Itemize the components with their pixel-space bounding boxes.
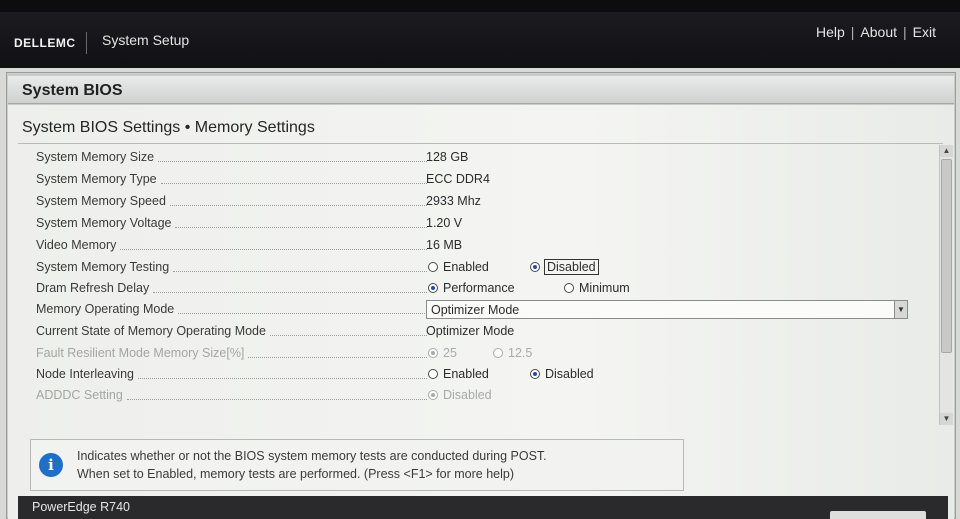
settings-panel: System BIOS Settings • Memory Settings S… xyxy=(8,105,954,519)
setting-video-memory: Video Memory 16 MB xyxy=(8,235,938,256)
help-box: i Indicates whether or not the BIOS syst… xyxy=(30,439,684,491)
settings-list: System Memory Size 128 GB System Memory … xyxy=(8,147,938,431)
breadcrumb-divider xyxy=(18,143,943,144)
setting-value: Optimizer Mode xyxy=(426,324,515,338)
setting-system-memory-type: System Memory Type ECC DDR4 xyxy=(8,169,938,190)
setting-label: Current State of Memory Operating Mode xyxy=(36,324,431,338)
radio-fault-resilient-25: 25 xyxy=(428,346,457,360)
top-links: Help | About | Exit xyxy=(816,24,936,40)
page-title: System BIOS xyxy=(22,82,123,99)
setting-value: 2933 Mhz xyxy=(426,194,481,208)
app-title: System Setup xyxy=(102,32,190,48)
radio-dot xyxy=(564,283,574,293)
setting-label: System Memory Type xyxy=(36,172,431,186)
setting-node-interleaving: Node Interleaving Enabled Disabled xyxy=(8,364,938,385)
radio-node-interleaving-enabled[interactable]: Enabled xyxy=(428,367,489,381)
setting-system-memory-size: System Memory Size 128 GB xyxy=(8,147,938,168)
radio-adddc-disabled: Disabled xyxy=(428,388,492,402)
dell-emc-logo: DELLEMC xyxy=(14,36,76,50)
scroll-up-icon[interactable]: ▲ xyxy=(940,145,953,157)
chevron-down-icon[interactable]: ▼ xyxy=(894,301,907,318)
setting-dram-refresh-delay: Dram Refresh Delay Performance Minimum xyxy=(8,278,938,299)
radio-node-interleaving-disabled[interactable]: Disabled xyxy=(530,367,594,381)
setting-fault-resilient-mode: Fault Resilient Mode Memory Size[%] 25 1… xyxy=(8,343,938,364)
help-link[interactable]: Help xyxy=(816,24,845,40)
radio-dot xyxy=(428,262,438,272)
dropdown-value: Optimizer Mode xyxy=(431,303,520,317)
setting-current-memory-mode: Current State of Memory Operating Mode O… xyxy=(8,321,938,342)
radio-memory-testing-enabled[interactable]: Enabled xyxy=(428,260,489,274)
help-text-line-1: Indicates whether or not the BIOS system… xyxy=(77,449,547,463)
setting-system-memory-voltage: System Memory Voltage 1.20 V xyxy=(8,213,938,234)
radio-dot xyxy=(530,262,540,272)
setting-memory-operating-mode: Memory Operating Mode Optimizer Mode ▼ xyxy=(8,299,938,320)
radio-dot xyxy=(428,348,438,358)
top-bar: DELLEMC System Setup Help | About | Exit xyxy=(0,12,960,68)
about-link[interactable]: About xyxy=(860,24,897,40)
radio-dot xyxy=(493,348,503,358)
setting-label: Fault Resilient Mode Memory Size[%] xyxy=(36,346,431,360)
setting-value: 1.20 V xyxy=(426,216,463,230)
info-icon: i xyxy=(39,453,63,477)
scroll-down-icon[interactable]: ▼ xyxy=(940,413,953,425)
radio-dot xyxy=(428,283,438,293)
setting-label: Node Interleaving xyxy=(36,367,431,381)
radio-dot xyxy=(428,369,438,379)
breadcrumb: System BIOS Settings • Memory Settings xyxy=(22,119,315,136)
setting-label: System Memory Speed xyxy=(36,194,431,208)
setting-label: System Memory Size xyxy=(36,150,431,164)
radio-dot xyxy=(530,369,540,379)
setting-value: 16 MB xyxy=(426,238,463,252)
radio-dram-performance[interactable]: Performance xyxy=(428,281,515,295)
setting-adddc: ADDDC Setting Disabled xyxy=(8,385,938,406)
radio-dot xyxy=(428,390,438,400)
setting-label: ADDDC Setting xyxy=(36,388,431,402)
settings-scrollbar[interactable]: ▲ ▼ xyxy=(939,145,953,425)
setting-value: ECC DDR4 xyxy=(426,172,490,186)
setting-label: System Memory Voltage xyxy=(36,216,431,230)
radio-fault-resilient-12-5: 12.5 xyxy=(493,346,532,360)
setting-label: Video Memory xyxy=(36,238,431,252)
page-header: System BIOS xyxy=(8,76,954,104)
help-text-line-2: When set to Enabled, memory tests are pe… xyxy=(77,467,514,481)
logo-divider xyxy=(86,32,87,54)
exit-link[interactable]: Exit xyxy=(913,24,936,40)
radio-dram-minimum[interactable]: Minimum xyxy=(564,281,630,295)
scroll-thumb[interactable] xyxy=(941,159,952,353)
setting-label: Memory Operating Mode xyxy=(36,302,431,316)
setting-label: Dram Refresh Delay xyxy=(36,281,431,295)
link-separator: | xyxy=(903,24,907,40)
setting-value: 128 GB xyxy=(426,150,469,164)
system-model: PowerEdge R740 xyxy=(32,500,130,514)
radio-memory-testing-disabled[interactable]: Disabled xyxy=(530,259,599,275)
footer-button[interactable] xyxy=(830,511,926,519)
setting-system-memory-speed: System Memory Speed 2933 Mhz xyxy=(8,191,938,212)
setting-system-memory-testing: System Memory Testing Enabled Disabled xyxy=(8,257,938,278)
link-separator: | xyxy=(850,24,855,40)
setting-label: System Memory Testing xyxy=(36,260,431,274)
memory-operating-mode-dropdown[interactable]: Optimizer Mode ▼ xyxy=(426,300,908,319)
footer-bar: PowerEdge R740 xyxy=(18,496,948,519)
